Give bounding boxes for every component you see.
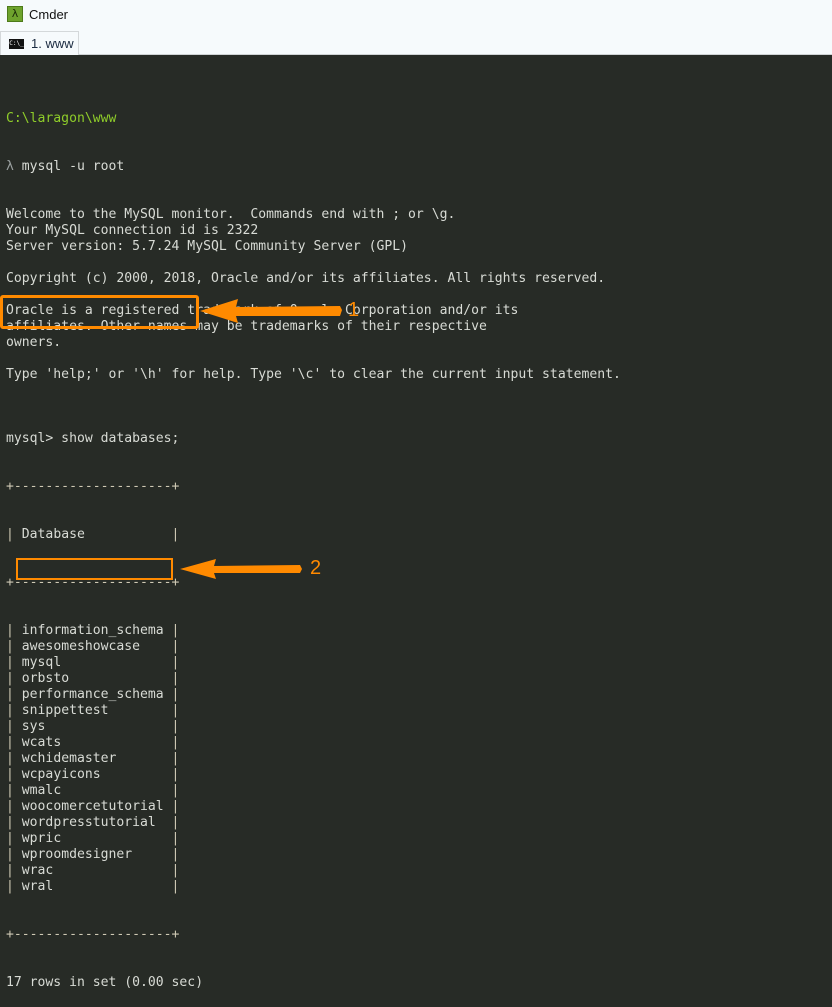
table-pipe: | (6, 783, 22, 798)
table-row: | wral | (6, 879, 832, 895)
table-pipe: | (171, 783, 180, 798)
database-name: wrac (21, 863, 54, 878)
table-row: | wrac | (6, 863, 832, 879)
table-row: | snippettest | (6, 703, 832, 719)
table-pipe: | (171, 847, 180, 862)
table-row: | woocomercetutorial | (6, 799, 832, 815)
database-name: wmalc (21, 783, 62, 798)
table-row: | wpric | (6, 831, 832, 847)
table-row: | wmalc | (6, 783, 832, 799)
table-pipe: | (171, 703, 180, 718)
database-name: woocomercetutorial (21, 799, 164, 814)
table-pipe: | (6, 703, 22, 718)
database-name: performance_schema (21, 687, 164, 702)
table-pipe: | (6, 767, 22, 782)
table-row: | performance_schema | (6, 687, 832, 703)
table-pipe: | (6, 751, 22, 766)
database-name: snippettest (21, 703, 109, 718)
database-name: wchidemaster (21, 751, 117, 766)
table-row: | wordpresstutorial | (6, 815, 832, 831)
database-name: wral (21, 879, 54, 894)
database-name: wcpayicons (21, 767, 101, 782)
table-row: | wproomdesigner | (6, 847, 832, 863)
table-pipe: | (171, 687, 180, 702)
table-pipe: | (171, 831, 180, 846)
table-pipe: | (6, 863, 22, 878)
table-pipe: | (6, 735, 22, 750)
table-row: | wcpayicons | (6, 767, 832, 783)
table-border-bottom: +--------------------+ (6, 927, 180, 942)
table-row: | sys | (6, 719, 832, 735)
table-pipe: | (171, 799, 180, 814)
table-pipe: | (6, 831, 22, 846)
result-summary: 17 rows in set (0.00 sec) (6, 975, 204, 990)
table-pipe: | (6, 879, 22, 894)
table-pipe: | (171, 719, 180, 734)
database-name: wproomdesigner (21, 847, 133, 862)
table-pipe: | (6, 815, 22, 830)
table-pipe: | (171, 879, 180, 894)
arrow-icon-2 (180, 559, 302, 579)
database-name: wpric (21, 831, 62, 846)
database-name: wordpresstutorial (21, 815, 156, 830)
table-pipe: | (171, 815, 180, 830)
table-pipe: | (171, 751, 180, 766)
table-pipe: | (6, 799, 22, 814)
database-name: sys (21, 719, 46, 734)
table-pipe: | (6, 719, 22, 734)
table-row: | wchidemaster | (6, 751, 832, 767)
table-pipe: | (6, 847, 22, 862)
annotation-label-2: 2 (310, 557, 322, 579)
table-pipe: | (6, 687, 22, 702)
table-pipe: | (171, 767, 180, 782)
table-row: | wcats | (6, 735, 832, 751)
database-name: wcats (21, 735, 62, 750)
table-pipe: | (171, 863, 180, 878)
table-pipe: | (171, 735, 180, 750)
